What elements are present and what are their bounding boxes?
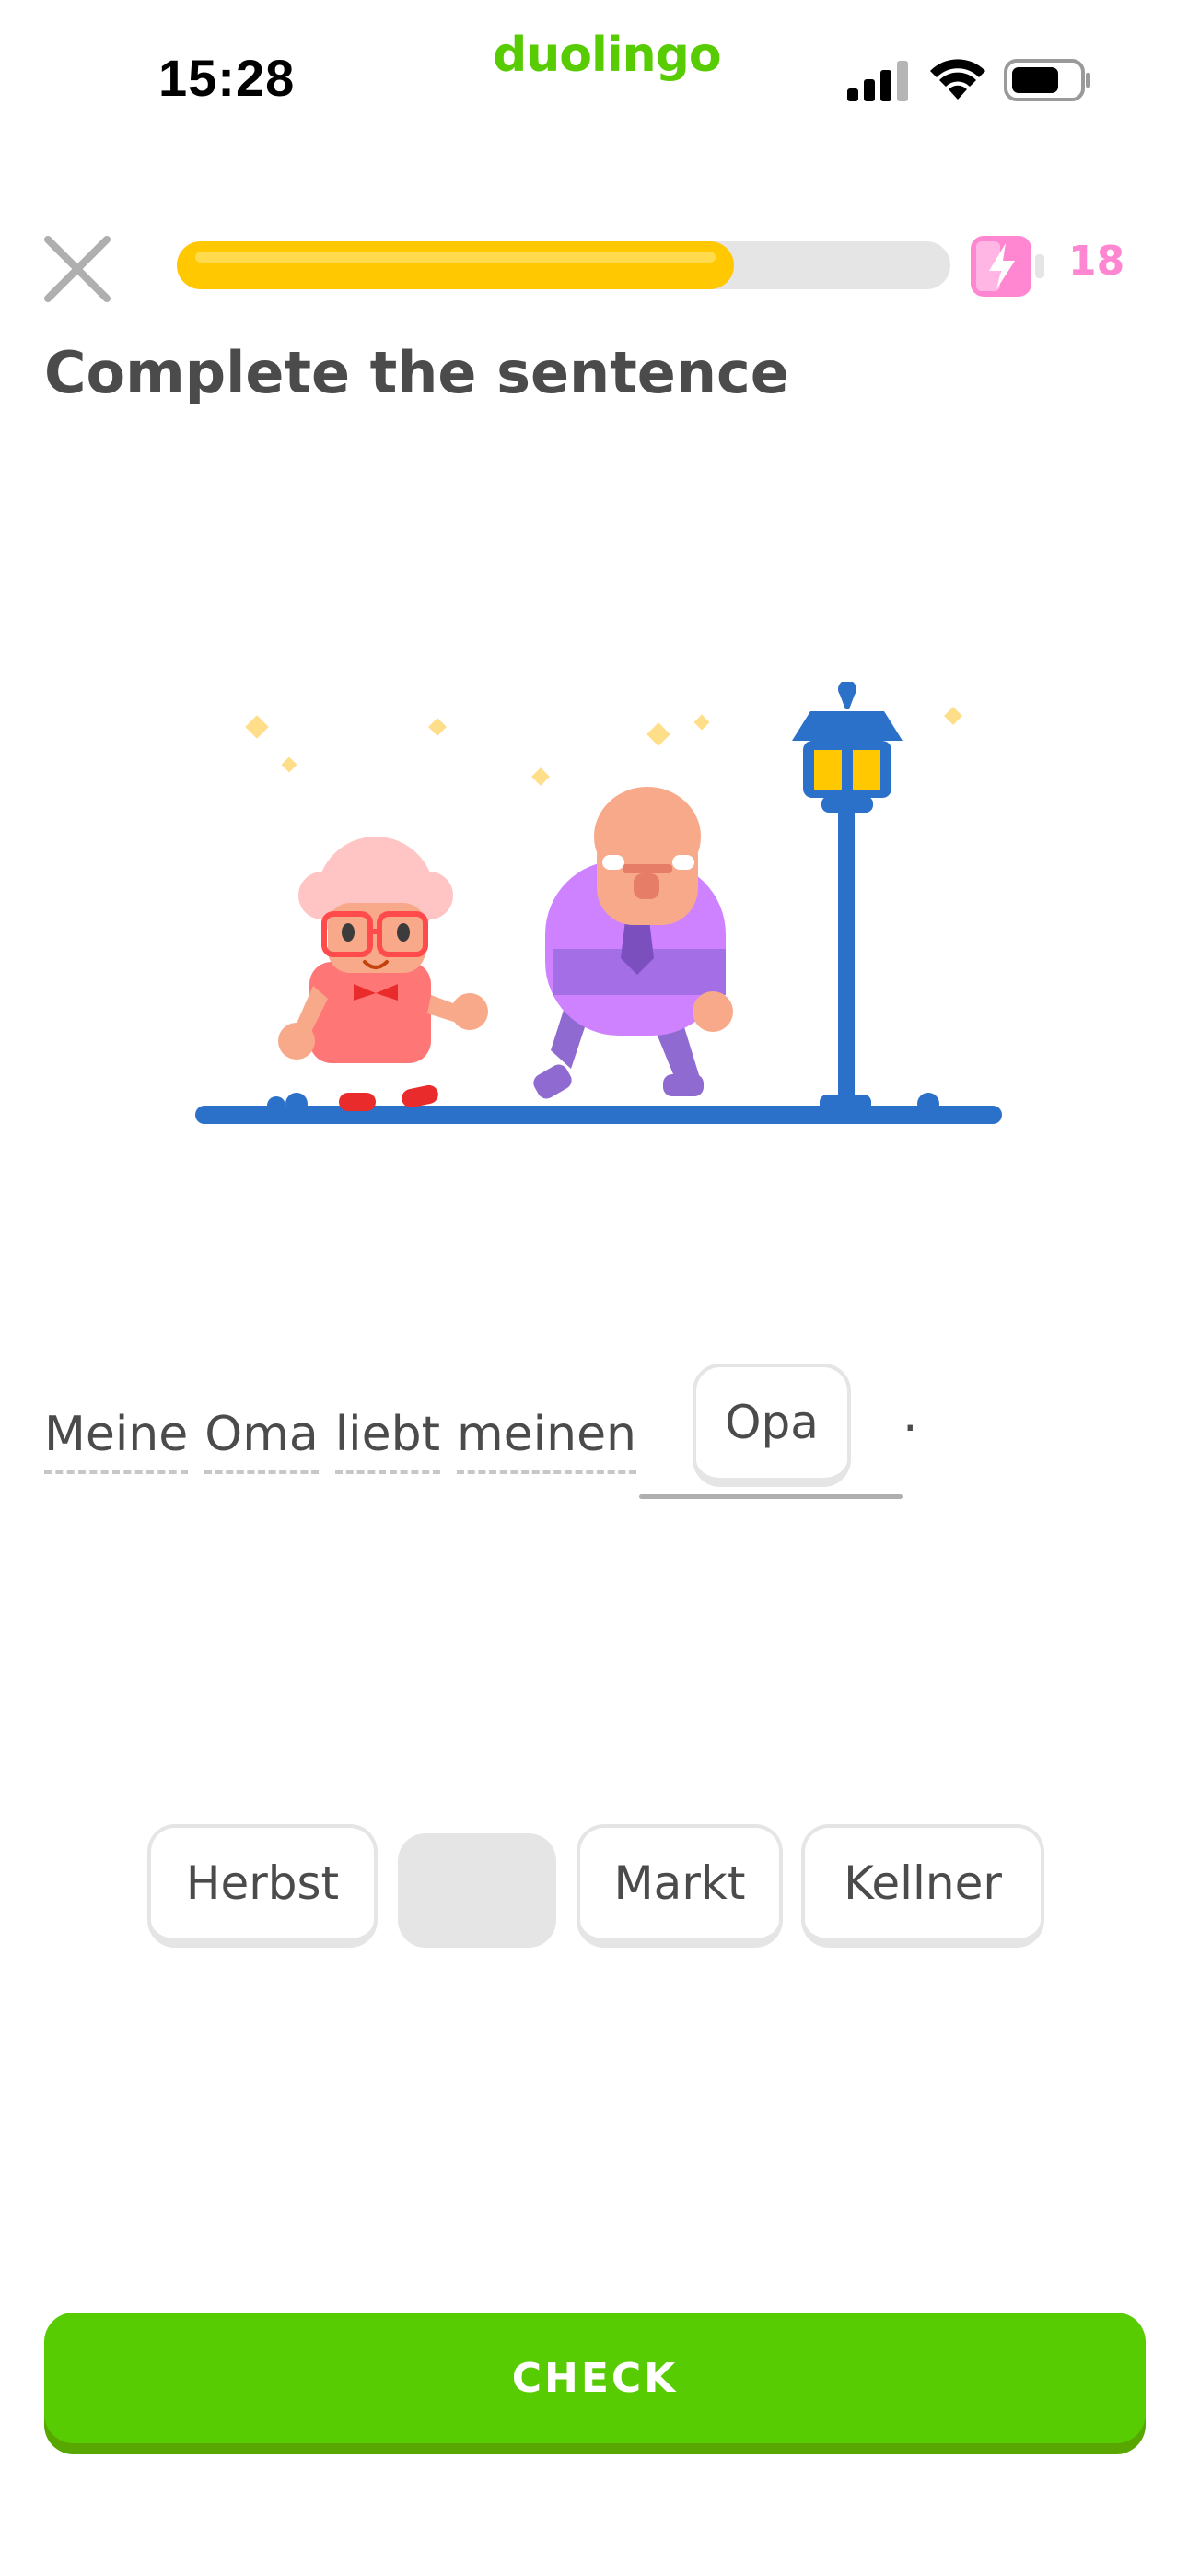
grandparents-walking-illustration — [195, 682, 1002, 1124]
brand-logo: duolingo — [493, 28, 722, 83]
energy-battery-icon — [971, 236, 1044, 297]
battery-icon — [1004, 59, 1090, 101]
sentence-word[interactable]: meinen — [457, 1402, 637, 1474]
word-bank-chip-markt[interactable]: Markt — [577, 1824, 783, 1948]
word-bank-empty-slot — [398, 1833, 556, 1948]
progress-fill — [177, 241, 734, 289]
energy-count: 18 — [1068, 238, 1125, 285]
answer-blank-line — [639, 1494, 903, 1499]
check-button-label: CHECK — [511, 2354, 679, 2402]
status-time: 15:28 — [158, 49, 296, 107]
sentence-word[interactable]: Oma — [204, 1402, 319, 1474]
close-icon — [44, 236, 111, 302]
sentence-word[interactable]: liebt — [334, 1402, 441, 1474]
sentence-word[interactable]: Meine — [44, 1402, 189, 1474]
sentence-period: . — [903, 1388, 918, 1443]
cellular-signal-icon — [847, 61, 908, 101]
word-bank-chip-kellner[interactable]: Kellner — [801, 1824, 1044, 1948]
progress-shine — [195, 252, 716, 263]
answer-chip[interactable]: Opa — [693, 1364, 851, 1487]
sentence-prompt: Meine Oma liebt meinen — [44, 1382, 653, 1474]
close-button[interactable] — [37, 228, 118, 310]
lesson-progress-bar — [177, 241, 950, 289]
word-bank-chip-herbst[interactable]: Herbst — [147, 1824, 378, 1948]
exercise-title: Complete the sentence — [44, 339, 789, 406]
wifi-icon — [930, 59, 985, 100]
check-button[interactable]: CHECK — [44, 2313, 1146, 2443]
